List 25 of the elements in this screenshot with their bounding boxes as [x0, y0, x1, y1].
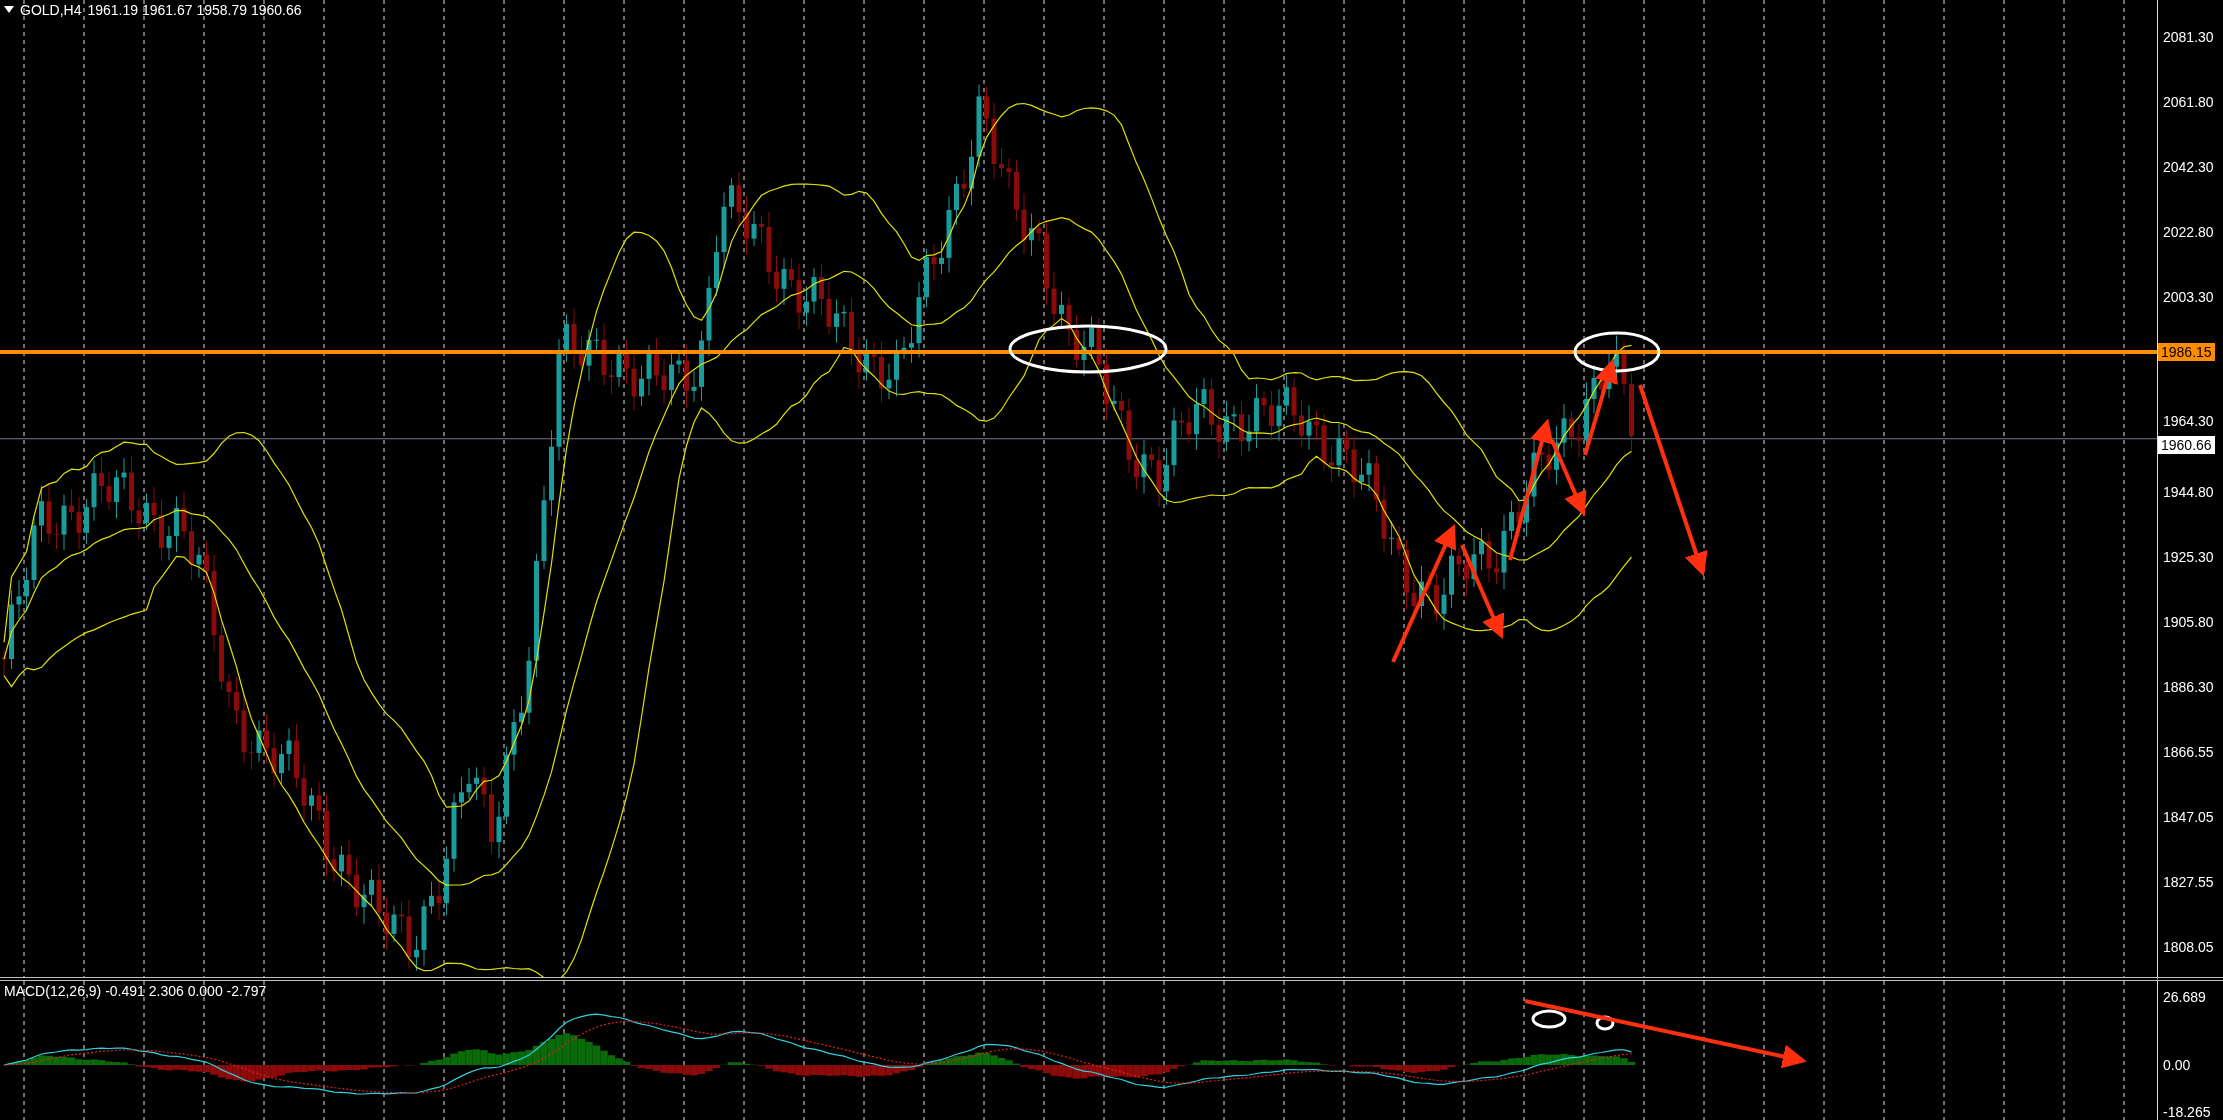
macd-header: MACD(12,26,9) -0.491 2.306 0.000 -2.797: [4, 983, 267, 999]
collapse-triangle-icon[interactable]: [4, 6, 14, 14]
price-axis-label: 1905.80: [2163, 614, 2214, 630]
level-price-tag: 1986.15: [2158, 343, 2215, 361]
price-axis-label: 1944.80: [2163, 484, 2214, 500]
current-price-tag: 1960.66: [2158, 435, 2215, 454]
price-axis-label: 1925.30: [2163, 549, 2214, 565]
macd-axis-label: -18.265: [2163, 1104, 2211, 1120]
price-axis-label: 2022.80: [2163, 224, 2214, 240]
price-axis-label: 1866.55: [2163, 744, 2214, 760]
price-axis-label: 2081.30: [2163, 29, 2214, 45]
price-axis-label: 1847.05: [2163, 809, 2214, 825]
price-axis-label: 1964.30: [2163, 413, 2214, 429]
price-axis-label: 2003.30: [2163, 289, 2214, 305]
symbol-label: GOLD,H4: [20, 2, 82, 18]
ellipse-annotation: [1531, 1009, 1567, 1029]
price-axis-label: 2042.30: [2163, 159, 2214, 175]
price-axis-label: 1886.30: [2163, 679, 2214, 695]
macd-axis-label: 26.689: [2163, 989, 2206, 1005]
macd-axis-label: 0.00: [2163, 1057, 2191, 1073]
ellipse-annotation: [1595, 1015, 1615, 1031]
price-axis-label: 2061.80: [2163, 94, 2214, 110]
price-axis-label: 1827.55: [2163, 874, 2214, 890]
ohlc-values: 1961.19 1961.67 1958.79 1960.66: [87, 2, 302, 18]
price-axis-label: 1808.05: [2163, 939, 2214, 955]
